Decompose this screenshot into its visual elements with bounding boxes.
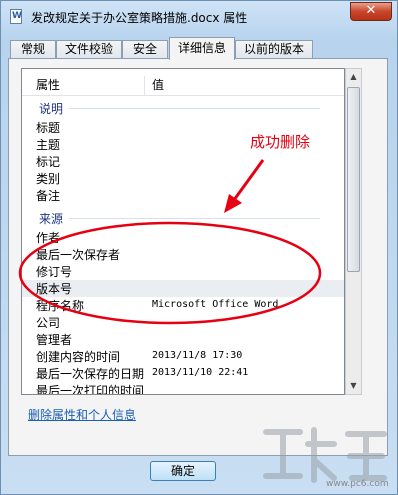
watermark-glyph [305, 427, 337, 483]
watermark-url: www.pc6.com [326, 479, 389, 489]
tab-details[interactable]: 详细信息 [169, 37, 235, 60]
annotation-arrow-shaft [232, 159, 265, 201]
watermark-glyph [263, 429, 303, 479]
watermark-glyph [345, 431, 387, 481]
annotation-label: 成功删除 [250, 133, 311, 151]
annotation-arrow-head [224, 194, 242, 213]
annotation-ellipse [18, 221, 322, 325]
